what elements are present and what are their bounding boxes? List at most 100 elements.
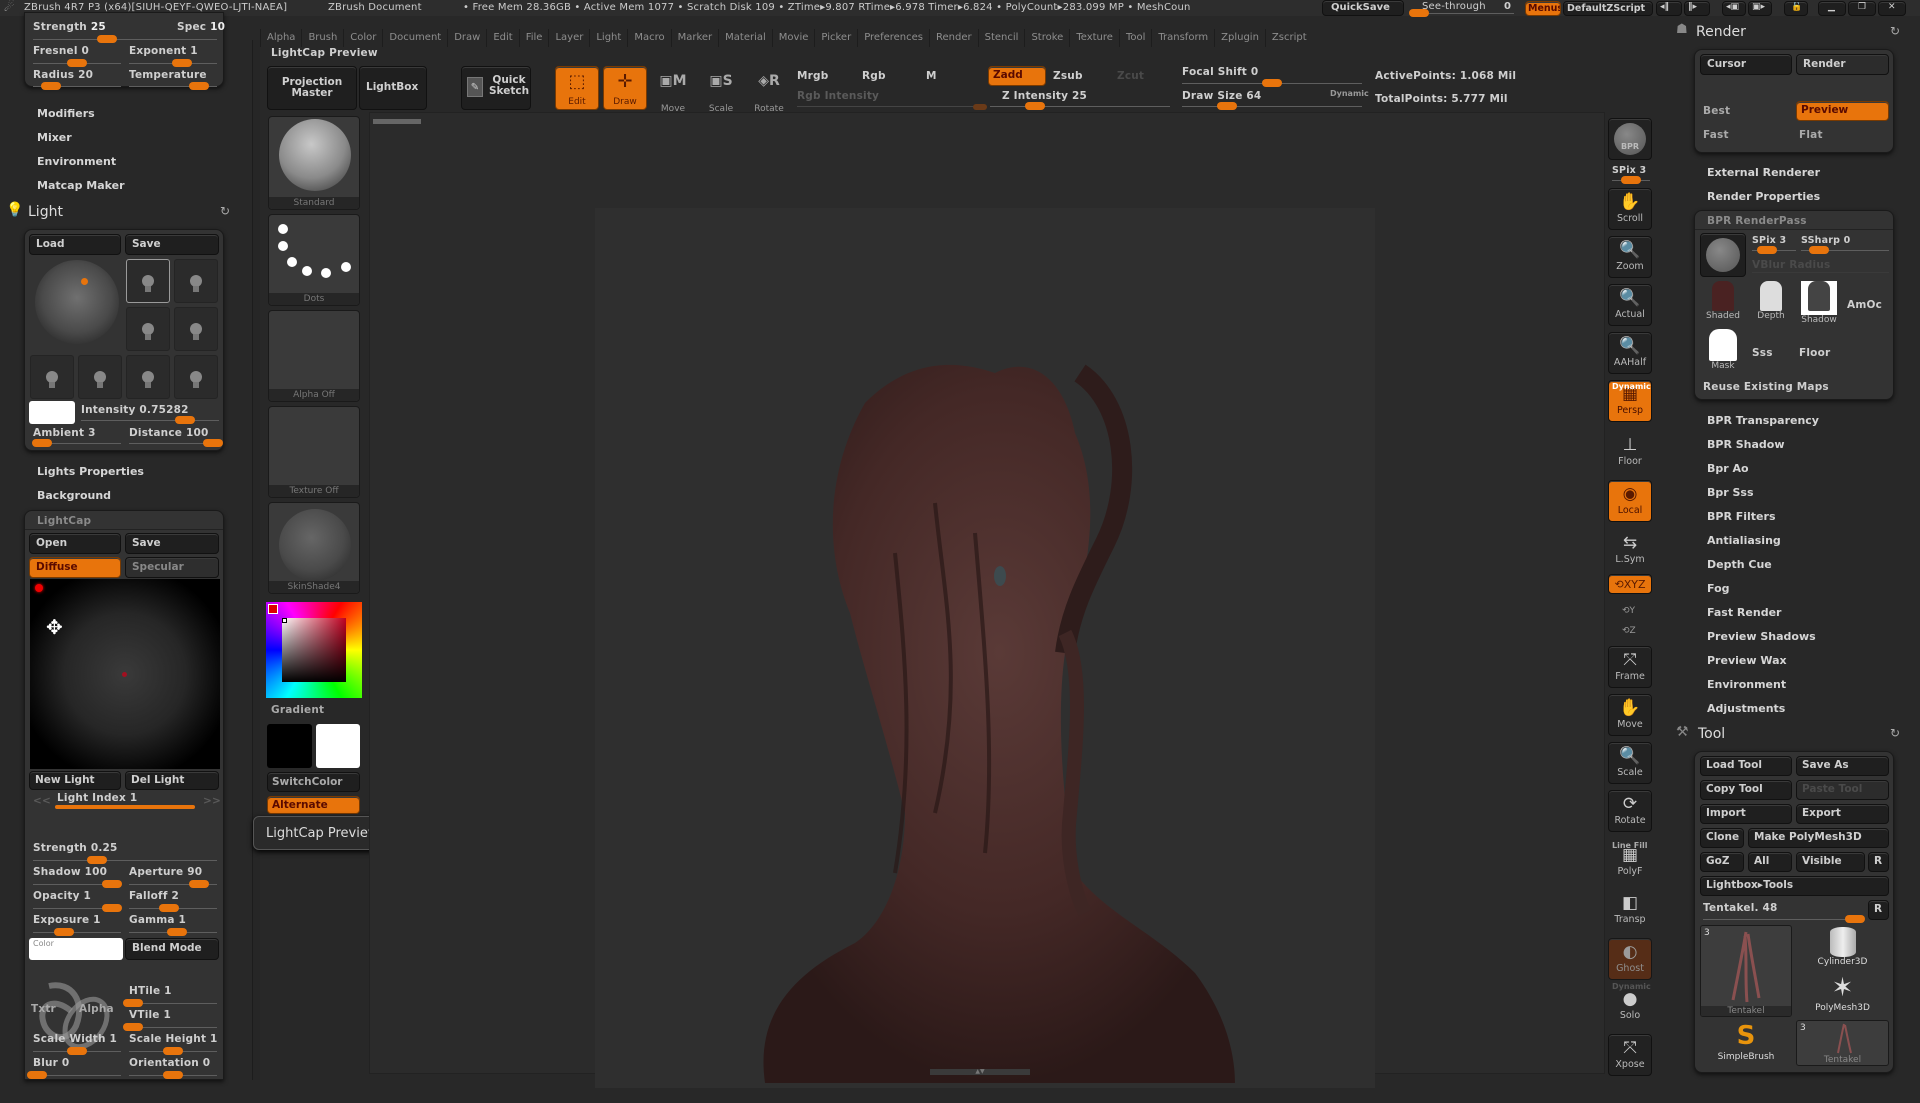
restore-icon[interactable]: ❐ <box>1848 1 1876 16</box>
zadd-button[interactable]: Zadd <box>988 66 1046 86</box>
submenu-external-renderer[interactable]: External Renderer <box>1707 166 1820 179</box>
orientation-slider[interactable] <box>129 1070 217 1080</box>
menu-texture[interactable]: Texture <box>1069 29 1119 47</box>
tool-thumb-cylinder3d[interactable]: Cylinder3D <box>1796 925 1889 971</box>
tool-palette-title[interactable]: Tool <box>1698 726 1725 742</box>
alternate-button[interactable]: Alternate <box>267 796 360 814</box>
alpha-thumb[interactable]: Alpha Off <box>268 310 360 402</box>
shelf-floor-button[interactable]: ⊥ Floor <box>1608 432 1652 474</box>
submenu-render-properties[interactable]: Render Properties <box>1707 190 1820 203</box>
primary-color-swatch[interactable] <box>267 724 312 768</box>
new-light-button[interactable]: New Light <box>29 771 121 790</box>
quick-sketch-button[interactable]: ✎ Quick Sketch <box>461 66 531 110</box>
render-palette-title[interactable]: Render <box>1696 24 1746 40</box>
light-position-dot[interactable] <box>81 278 88 285</box>
blur-slider[interactable] <box>27 1070 121 1080</box>
menu-document[interactable]: Document <box>382 29 447 47</box>
pass-mask[interactable]: Mask <box>1700 329 1746 373</box>
light-palette-title[interactable]: Light <box>28 204 63 220</box>
light-slot-8[interactable] <box>174 355 218 399</box>
submenu-antialiasing[interactable]: Antialiasing <box>1707 534 1781 547</box>
light-index-slider[interactable] <box>55 805 195 809</box>
left-tray-divider[interactable] <box>252 40 260 1080</box>
shelf-aahalf-button[interactable]: 🔍 AAHalf <box>1608 332 1652 374</box>
shelf-actual-button[interactable]: 🔍 Actual <box>1608 284 1652 326</box>
light-slot-4[interactable] <box>174 307 218 351</box>
temperature-slider[interactable] <box>129 81 217 91</box>
menu-stencil[interactable]: Stencil <box>977 29 1025 47</box>
scale-height-slider[interactable] <box>129 1046 217 1056</box>
menu-brush[interactable]: Brush <box>301 29 343 47</box>
menu-draw[interactable]: Draw <box>447 29 486 47</box>
shelf-move-button[interactable]: ✋ Move <box>1608 694 1652 736</box>
rotate-y-icon[interactable]: ⟲Y <box>1622 606 1635 616</box>
light-slot-6[interactable] <box>78 355 122 399</box>
shelf-scale-button[interactable]: 🔍 Scale <box>1608 742 1652 784</box>
tool-thumb-tentakel[interactable]: 3 Tentakel <box>1700 925 1792 1017</box>
quicksave-button[interactable]: QuickSave <box>1322 0 1404 16</box>
shelf-local-button[interactable]: ◉ Local <box>1608 480 1652 522</box>
focal-shift-slider[interactable] <box>1182 78 1362 88</box>
pass-shadow[interactable]: Shadow <box>1796 281 1842 325</box>
gradient-toggle[interactable]: Gradient <box>271 704 324 716</box>
light-slot-2[interactable] <box>174 259 218 303</box>
mrgb-button[interactable]: Mrgb <box>797 70 828 82</box>
tool-refresh-icon[interactable]: ↻ <box>1890 726 1900 740</box>
lightcap-title[interactable]: LightCap <box>37 515 91 527</box>
light-slot-3[interactable] <box>126 307 170 351</box>
z-intensity-slider[interactable] <box>990 101 1170 111</box>
bpr-renderpass-title[interactable]: BPR RenderPass <box>1707 215 1807 227</box>
reuse-existing-maps[interactable]: Reuse Existing Maps <box>1703 381 1829 393</box>
render-button[interactable]: Render <box>1796 54 1889 75</box>
submenu-adjustments[interactable]: Adjustments <box>1707 702 1785 715</box>
creature-bust-model[interactable] <box>635 253 1315 1103</box>
zcut-button[interactable]: Zcut <box>1117 70 1144 82</box>
brush-thumb[interactable]: Standard <box>268 116 360 210</box>
draw-button[interactable]: ✛ Draw <box>603 66 647 110</box>
submenu-environment[interactable]: Environment <box>1707 678 1786 691</box>
goz-button[interactable]: GoZ <box>1700 852 1744 872</box>
lightcap-save-button[interactable]: Save <box>125 533 219 554</box>
lightcap-color-swatch[interactable]: Color <box>29 938 123 960</box>
lightcap-light-point-2[interactable] <box>122 672 127 677</box>
rp-spix-slider[interactable] <box>1752 245 1796 255</box>
submenu-environment[interactable]: Environment <box>37 155 116 168</box>
layout-prev-icon[interactable]: ◂▣ <box>1722 1 1746 16</box>
render-refresh-icon[interactable]: ↻ <box>1890 24 1900 38</box>
shelf-transp-button[interactable]: ◧ Transp <box>1608 890 1652 932</box>
light-slot-1[interactable] <box>126 259 170 303</box>
menu-render[interactable]: Render <box>929 29 978 47</box>
menu-transform[interactable]: Transform <box>1151 29 1214 47</box>
shelf-rotate-button[interactable]: ⟳ Rotate <box>1608 790 1652 832</box>
tool-r-button[interactable]: R <box>1868 900 1889 920</box>
submenu-bpr-sss[interactable]: Bpr Sss <box>1707 486 1754 499</box>
radius-slider[interactable] <box>33 81 121 91</box>
submenu-mixer[interactable]: Mixer <box>37 131 72 144</box>
move-button[interactable]: ▣M Move <box>651 66 695 114</box>
tool-thumb-polymesh3d[interactable]: ✶ PolyMesh3D <box>1796 973 1889 1019</box>
htile-slider[interactable] <box>123 998 217 1008</box>
shelf-ghost-button[interactable]: ◐ Ghost <box>1608 938 1652 980</box>
canvas-area[interactable]: ▲▼ <box>369 112 1605 1088</box>
diffuse-tab[interactable]: Diffuse <box>29 557 121 578</box>
clone-button[interactable]: Clone <box>1700 828 1744 848</box>
fast-button[interactable]: Fast <box>1703 129 1729 141</box>
stroke-thumb[interactable]: Dots <box>268 214 360 306</box>
texture-thumb[interactable]: Texture Off <box>268 406 360 498</box>
lightcap-preview-map[interactable]: ✥ <box>30 579 220 769</box>
sv-picker-handle[interactable] <box>282 618 287 623</box>
paste-tool-button[interactable]: Paste Tool <box>1796 780 1889 800</box>
switch-color-button[interactable]: SwitchColor <box>267 772 360 792</box>
ambient-slider[interactable] <box>31 438 121 448</box>
light-slot-5[interactable] <box>30 355 74 399</box>
all-button[interactable]: All <box>1748 852 1792 872</box>
save-as-button[interactable]: Save As <box>1796 756 1889 776</box>
tool-thumb-simplebrush[interactable]: S SimpleBrush <box>1700 1020 1792 1066</box>
submenu-fast-render[interactable]: Fast Render <box>1707 606 1781 619</box>
dynamic-toggle[interactable]: Dynamic <box>1330 89 1369 98</box>
flat-button[interactable]: Flat <box>1799 129 1823 141</box>
aperture-slider[interactable] <box>129 879 217 889</box>
shadow-slider[interactable] <box>33 879 123 889</box>
vblur-radius-slider[interactable] <box>1752 272 1889 273</box>
load-tool-button[interactable]: Load Tool <box>1700 756 1792 776</box>
